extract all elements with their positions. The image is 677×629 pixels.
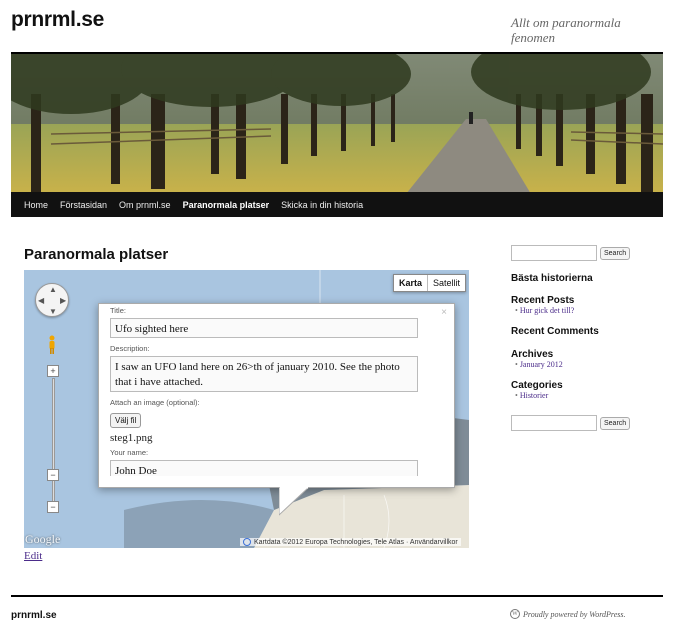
recent-comments-heading: Recent Comments [511,326,599,337]
attach-image-label: Attach an image (optional): [110,398,200,407]
main-navigation: Home Förstasidan Om prnml.se Paranormala… [11,192,663,217]
header-image [11,52,663,192]
categories-list: Historier [515,391,661,401]
site-description: Allt om paranormala fenomen [511,15,621,45]
recent-posts-heading: Recent Posts [511,295,575,306]
recent-post-link[interactable]: Hur gick det till? [515,306,661,316]
zoom-out-button[interactable]: − [47,501,59,513]
nav-item-forstasidan[interactable]: Förstasidan [60,200,107,210]
page-title: Paranormala platser [24,246,169,263]
your-name-input[interactable]: John Doe [110,460,418,476]
search-form-bottom: Search [511,415,661,431]
tree-avenue-photo [11,54,663,192]
search-input-bottom[interactable] [511,415,597,431]
nav-item-paranormala-platser[interactable]: Paranormala platser [183,200,270,210]
categories-heading: Categories [511,380,563,391]
sidebar: Search Bästa historierna Recent Posts Hu… [511,245,661,431]
site-title[interactable]: prnrml.se [11,8,104,32]
selected-file-name: steg1.png [110,432,153,444]
search-button-bottom[interactable]: Search [600,416,631,430]
search-input-top[interactable] [511,245,597,261]
pan-control-icon[interactable]: ▲ ▼ ◀ ▶ [35,283,69,317]
title-input[interactable]: Ufo sighted here [110,318,418,338]
title-label: Title: [110,306,126,315]
location-icon[interactable] [243,538,251,546]
edit-link[interactable]: Edit [24,550,42,562]
zoom-in-button[interactable]: + [47,365,59,377]
search-form-top: Search [511,245,661,261]
powered-by-link[interactable]: Proudly powered by WordPress. [523,610,626,619]
nav-item-om[interactable]: Om prnml.se [119,200,171,210]
info-window-tail [279,487,310,516]
attribution-text[interactable]: Kartdata ©2012 Europa Technologies, Tele… [254,539,458,546]
zoom-level-minus-marker[interactable]: − [47,469,59,481]
map-type-control: Karta Satellit [392,274,466,292]
archives-heading: Archives [511,349,554,360]
archives-list: January 2012 [515,360,661,370]
category-link[interactable]: Historier [515,391,661,401]
powered-by: W Proudly powered by WordPress. [510,609,626,619]
search-button-top[interactable]: Search [600,246,631,260]
street-view-pegman-icon[interactable] [47,335,57,355]
info-window: × Title: Ufo sighted here Description: I… [98,303,455,488]
close-icon[interactable]: × [441,307,447,318]
recent-posts-list: Hur gick det till? [515,306,661,316]
google-map[interactable]: Karta Satellit ▲ ▼ ◀ ▶ + − − × Title: Uf… [24,270,469,548]
description-textarea[interactable]: I saw an UFO land here on 26>th of janua… [110,356,418,392]
best-stories-heading: Bästa historierna [511,273,593,284]
zoom-slider-track[interactable] [52,378,55,508]
description-label: Description: [110,344,150,353]
your-name-label: Your name: [110,448,149,457]
choose-file-button[interactable]: Välj fil [110,413,142,428]
archive-link[interactable]: January 2012 [515,360,661,370]
info-window-form: Title: Ufo sighted here Description: I s… [110,306,420,476]
google-logo[interactable]: Google [25,532,60,547]
wordpress-icon: W [510,609,520,619]
map-type-satellit-button[interactable]: Satellit [428,275,465,291]
nav-item-skicka-in[interactable]: Skicka in din historia [281,200,363,210]
footer-divider [11,595,663,597]
nav-item-home[interactable]: Home [24,200,48,210]
footer-site-name[interactable]: prnrml.se [11,610,57,621]
map-type-karta-button[interactable]: Karta [394,275,428,291]
map-attribution: Kartdata ©2012 Europa Technologies, Tele… [240,538,461,546]
